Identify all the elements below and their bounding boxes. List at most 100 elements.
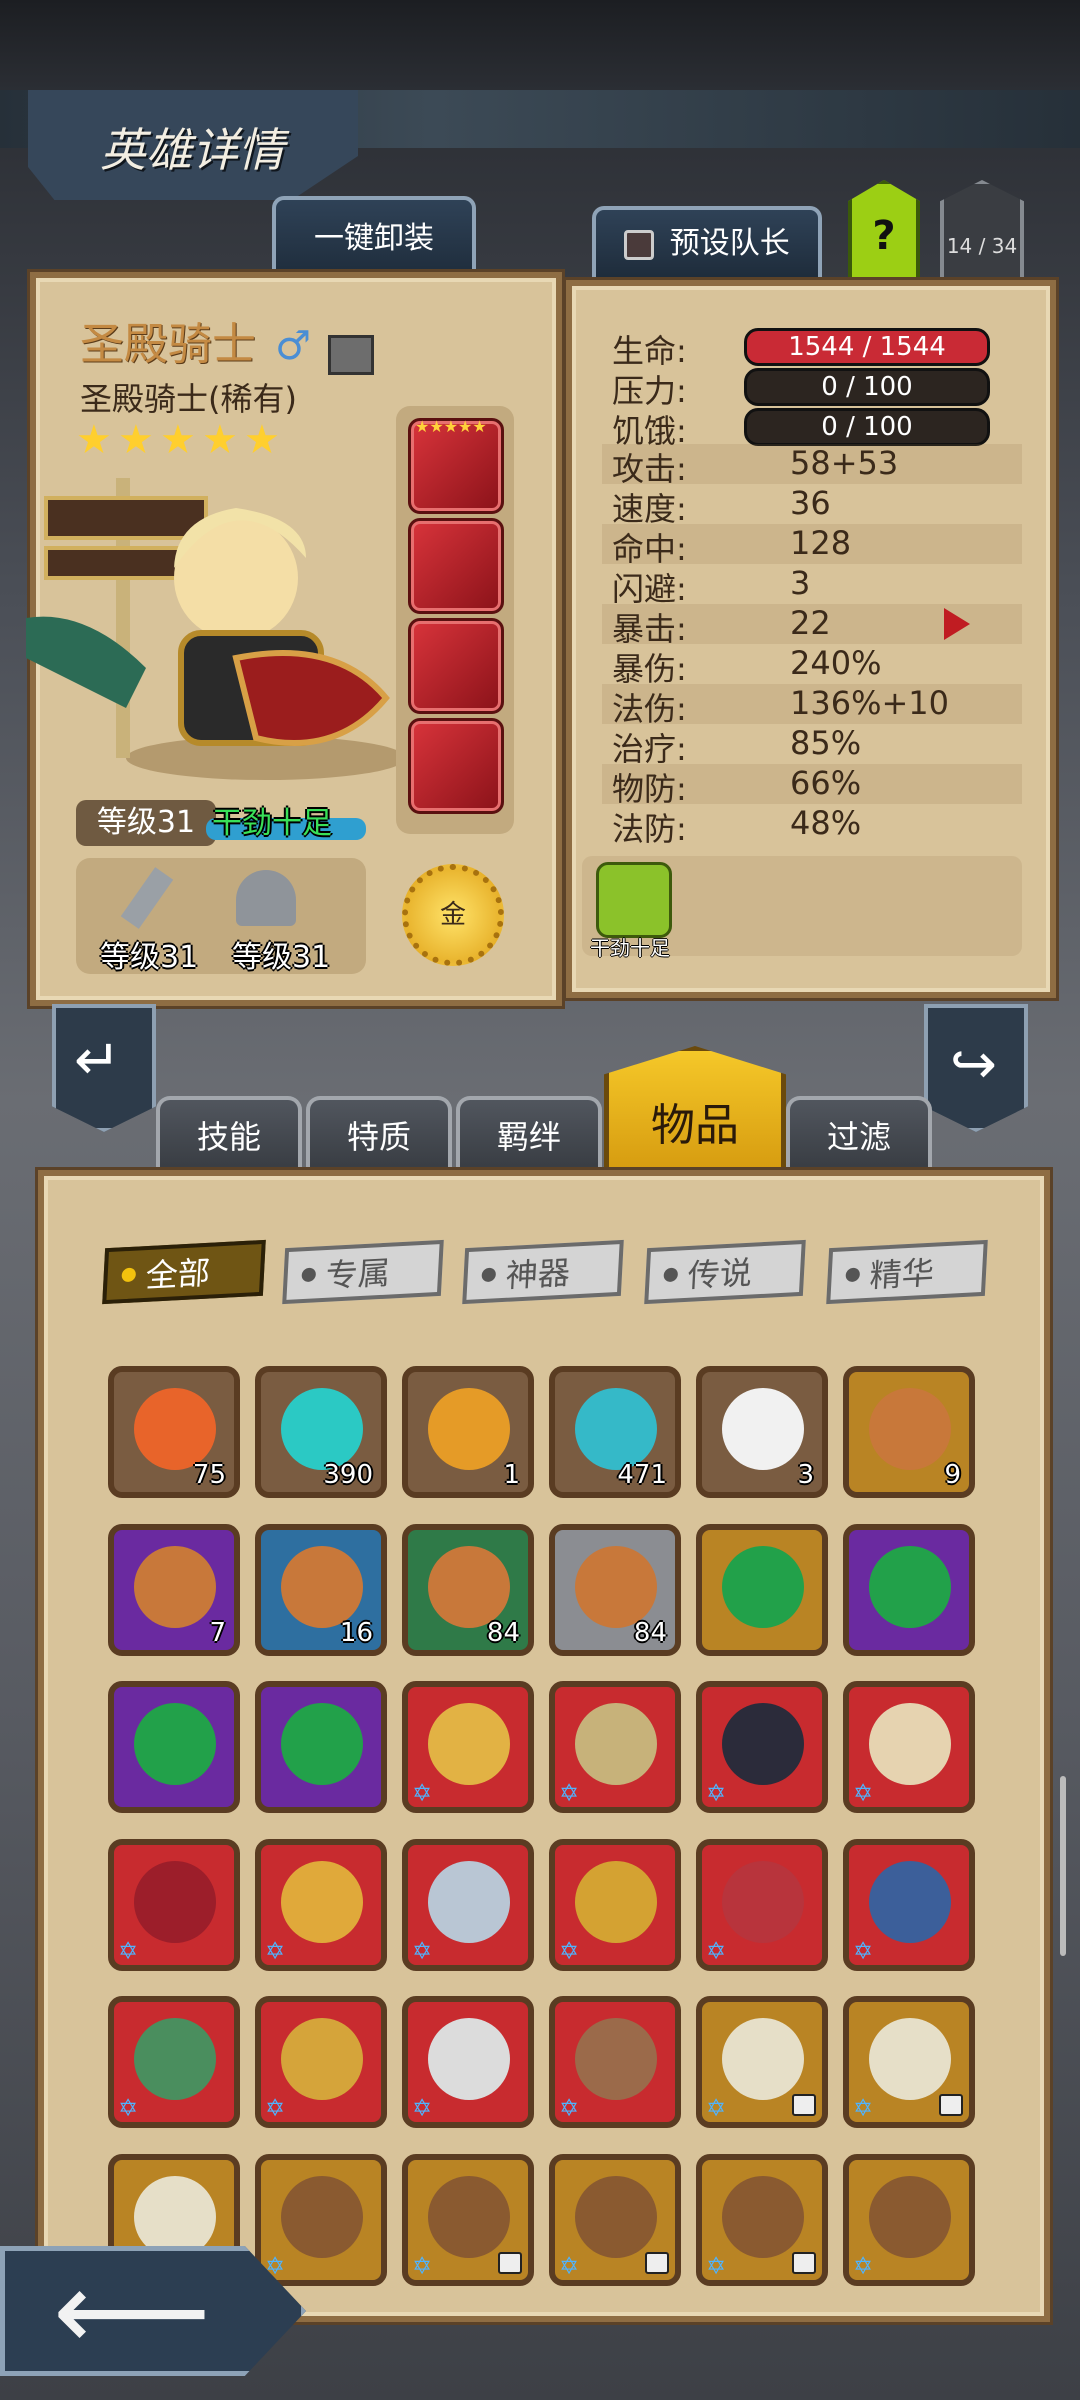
inventory-item[interactable]: ✡ xyxy=(402,1838,534,1971)
inventory-item[interactable]: ✡ xyxy=(843,1838,975,1971)
filter-legendary[interactable]: 传说 xyxy=(644,1239,806,1305)
rune-orange-icon xyxy=(134,1388,216,1470)
preset-leader-button[interactable]: 预设队长 xyxy=(592,206,822,278)
inventory-item[interactable]: 3 xyxy=(696,1366,828,1498)
checkbox-icon[interactable] xyxy=(624,229,655,260)
inventory-item[interactable]: ✡ xyxy=(549,2153,681,2286)
inventory-item[interactable] xyxy=(255,1681,387,1813)
mood-buff-icon[interactable] xyxy=(596,862,672,938)
hero-portrait[interactable] xyxy=(6,458,426,788)
inventory-item[interactable]: ✡ xyxy=(255,1838,387,1971)
equipped-armor-slot[interactable]: ★★★★★ xyxy=(408,417,504,514)
filter-artifact[interactable]: 神器 xyxy=(462,1239,624,1305)
weapon-level: 等级31 xyxy=(100,940,199,975)
star-badge-icon: ✡ xyxy=(853,1779,874,1807)
inventory-item[interactable]: ✡ xyxy=(843,2153,975,2286)
inventory-item[interactable]: ✡ xyxy=(402,1996,534,2128)
filter-essence-label: 精华 xyxy=(868,1253,936,1295)
inventory-item[interactable]: ✡ xyxy=(549,1681,681,1813)
item-count: 84 xyxy=(633,1617,667,1648)
inventory-item[interactable]: ✡ xyxy=(108,1996,240,2128)
inventory-item[interactable]: 7 xyxy=(108,1523,240,1656)
star-badge-icon: ✡ xyxy=(706,2094,727,2122)
inventory-item[interactable]: ✡ xyxy=(549,1838,681,1971)
inventory-item[interactable]: ✡ xyxy=(843,1996,975,2128)
page-counter: 14 / 34 xyxy=(946,234,1018,258)
scrollbar[interactable] xyxy=(1060,1776,1066,1956)
inventory-item[interactable]: ✡ xyxy=(402,1681,534,1813)
inventory-item[interactable]: 471 xyxy=(549,1366,681,1498)
inventory-item[interactable]: ✡ xyxy=(255,2153,387,2286)
stat-row: 法防: 48% xyxy=(602,804,1022,848)
star-icon: ★ xyxy=(202,417,238,463)
inventory-item[interactable]: 390 xyxy=(255,1366,387,1498)
stress-bar: 0 / 100 xyxy=(744,368,990,406)
equipped-spyglass-slot[interactable] xyxy=(408,618,504,714)
tab-skills[interactable]: 技能 xyxy=(156,1096,302,1174)
inventory-item[interactable]: ✡ xyxy=(696,1838,828,1971)
filter-essence[interactable]: 精华 xyxy=(826,1239,988,1305)
rename-pencil-icon[interactable] xyxy=(328,334,375,375)
filter-artifact-label: 神器 xyxy=(504,1253,572,1295)
back-button[interactable]: ⟵ xyxy=(0,2246,306,2376)
item-count: 9 xyxy=(944,1460,961,1490)
lock-icon xyxy=(939,2094,963,2116)
inventory-item[interactable]: ✡ xyxy=(108,1838,240,1971)
potion-teal-icon xyxy=(575,1388,657,1470)
stat-list: 攻击: 58+53 速度: 36 命中: 128 闪避: 3 暴击: 22 暴伤: 240% 法伤: 13… xyxy=(602,444,1022,848)
inventory-item[interactable]: ✡ xyxy=(696,1996,828,2128)
sword-icon xyxy=(120,867,174,929)
inventory-item[interactable]: ✡ xyxy=(549,1996,681,2128)
lock-icon xyxy=(498,2251,522,2274)
star-badge-icon: ✡ xyxy=(706,1779,727,1807)
spear-icon xyxy=(281,2018,363,2100)
rune-teal-icon xyxy=(281,1388,363,1470)
inventory-item[interactable]: ✡ xyxy=(402,2153,534,2286)
expand-arrow-icon[interactable] xyxy=(944,608,970,640)
green-gem-icon xyxy=(722,1545,804,1628)
inventory-item[interactable]: 84 xyxy=(549,1523,681,1656)
equipment-column: ★★★★★ xyxy=(396,406,514,834)
inventory-item[interactable]: ✡ xyxy=(696,1681,828,1813)
inventory-item[interactable]: 16 xyxy=(255,1523,387,1656)
back-arrow-icon: ↵ xyxy=(74,1028,121,1093)
equipped-hammer-slot[interactable] xyxy=(408,518,504,614)
tab-traits[interactable]: 特质 xyxy=(306,1096,452,1174)
gold-medal-icon[interactable]: 金 xyxy=(402,864,504,966)
stat-value: 58+53 xyxy=(790,444,899,482)
tab-filter[interactable]: 过滤 xyxy=(786,1096,932,1174)
stat-label: 法防: xyxy=(612,810,687,848)
inventory-item[interactable]: ✡ xyxy=(255,1996,387,2128)
star-badge-icon: ✡ xyxy=(412,2094,433,2122)
inventory-item[interactable] xyxy=(696,1523,828,1656)
inventory-item[interactable]: ✡ xyxy=(843,1681,975,1813)
inventory-item[interactable]: ✡ xyxy=(696,2153,828,2286)
boots-icon xyxy=(281,2175,363,2258)
filter-all[interactable]: 全部 xyxy=(102,1239,266,1305)
stat-row: 法伤: 136%+10 xyxy=(602,684,1022,728)
help-button[interactable]: ? xyxy=(848,180,920,286)
unequip-all-button[interactable]: 一键卸装 xyxy=(272,196,476,278)
inventory-item[interactable]: 84 xyxy=(402,1523,534,1656)
stats-panel: 生命: 1544 / 1544 压力: 0 / 100 饥饿: 0 / 100 … xyxy=(566,280,1056,998)
item-count: 390 xyxy=(323,1460,373,1490)
inventory-item[interactable]: 1 xyxy=(402,1366,534,1498)
inventory-item[interactable]: 9 xyxy=(843,1366,975,1498)
star-icon: ★ xyxy=(160,417,196,463)
stat-value: 22 xyxy=(790,604,831,642)
tab-bonds[interactable]: 羁绊 xyxy=(456,1096,602,1174)
star-badge-icon: ✡ xyxy=(412,2251,433,2280)
next-hero-button[interactable]: ↪ xyxy=(924,1004,1028,1132)
equipped-amulet-slot[interactable] xyxy=(408,718,504,814)
stat-row: 速度: 36 xyxy=(602,484,1022,528)
filter-exclusive[interactable]: 专属 xyxy=(282,1239,444,1305)
filter-exclusive-label: 专属 xyxy=(324,1253,392,1295)
inventory-item[interactable]: 75 xyxy=(108,1366,240,1498)
prev-hero-button[interactable]: ↵ xyxy=(52,1004,156,1132)
inventory-item[interactable] xyxy=(843,1523,975,1656)
star-badge-icon: ✡ xyxy=(265,2094,286,2122)
star-badge-icon: ✡ xyxy=(412,1936,433,1965)
inventory-item[interactable] xyxy=(108,1681,240,1813)
chest-icon xyxy=(134,1545,216,1628)
boots-icon xyxy=(575,2175,657,2258)
